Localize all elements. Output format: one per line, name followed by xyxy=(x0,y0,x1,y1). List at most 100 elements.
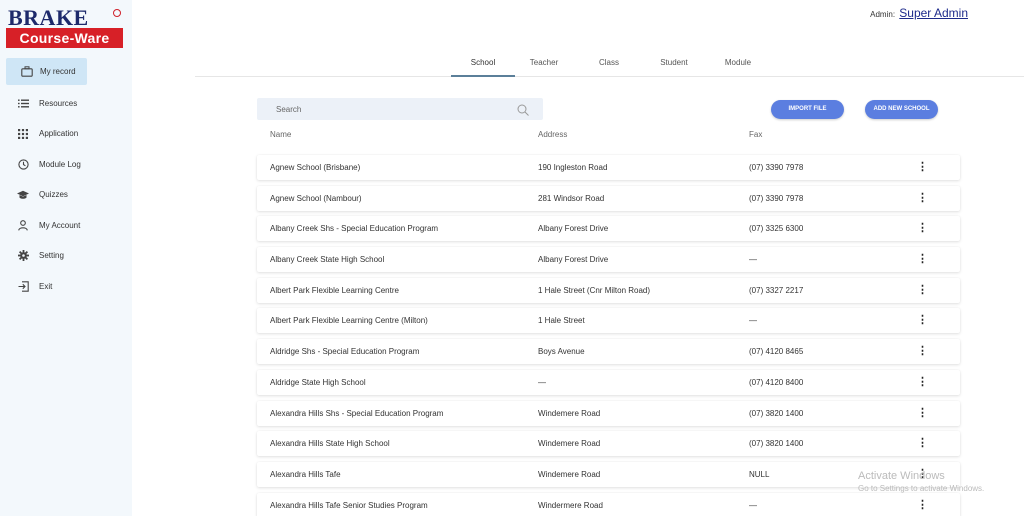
table-row[interactable]: Albany Creek State High School Albany For… xyxy=(257,247,960,273)
add-new-school-button[interactable]: ADD NEW SCHOOL xyxy=(865,100,938,119)
tab-class[interactable]: Class xyxy=(589,55,629,77)
user-icon xyxy=(17,219,29,231)
table-row[interactable]: Albany Creek Shs - Special Education Pro… xyxy=(257,216,960,242)
table-row[interactable]: Albert Park Flexible Learning Centre (Mi… xyxy=(257,308,960,334)
search-box xyxy=(257,98,543,120)
tab-teacher[interactable]: Teacher xyxy=(522,55,566,77)
cell-fax: — xyxy=(749,316,757,326)
cell-fax: (07) 3390 7978 xyxy=(749,193,804,203)
cell-fax: (07) 3325 6300 xyxy=(749,224,804,234)
table-row[interactable]: Agnew School (Nambour) 281 Windsor Road (0… xyxy=(257,185,960,211)
tab-module[interactable]: Module xyxy=(719,55,757,77)
cell-fax: — xyxy=(749,255,757,265)
sidebar-item-exit[interactable]: Exit xyxy=(0,271,132,301)
tab-school[interactable]: School xyxy=(451,55,515,77)
table-row[interactable]: Agnew School (Brisbane) 190 Ingleston Roa… xyxy=(257,155,960,180)
sidebar-item-setting[interactable]: Setting xyxy=(0,241,132,271)
tab-student[interactable]: Student xyxy=(652,55,696,77)
sidebar-item-label: Module Log xyxy=(39,159,81,169)
sidebar-item-label: Exit xyxy=(39,281,53,291)
brake-logo[interactable]: BRAKE Course-Ware xyxy=(6,7,124,49)
column-header-address: Address xyxy=(538,130,568,139)
sidebar-item-label: Quizzes xyxy=(39,190,68,199)
sidebar-item-my-account[interactable]: My Account xyxy=(0,210,132,240)
cell-fax: (07) 3390 7978 xyxy=(749,163,804,172)
grid-icon xyxy=(17,128,29,140)
table-row[interactable]: Albert Park Flexible Learning Centre 1 Ha… xyxy=(257,277,960,303)
sidebar-item-quizzes[interactable]: Quizzes xyxy=(0,180,132,210)
cell-fax: (07) 3820 1400 xyxy=(749,408,804,418)
cell-name: Agnew School (Nambour) xyxy=(270,193,362,203)
table-row[interactable]: Alexandra Hills Shs - Special Education … xyxy=(257,400,960,426)
sidebar-item-module-log[interactable]: Module Log xyxy=(0,149,132,179)
cell-fax: — xyxy=(749,500,757,510)
cell-address: Windemere Road xyxy=(538,469,601,479)
cell-name: Alexandra Hills State High School xyxy=(270,439,390,449)
sidebar-item-label: Resources xyxy=(39,98,78,108)
sidebar-item-resources[interactable]: Resources xyxy=(0,88,132,118)
column-header-name: Name xyxy=(270,130,292,139)
briefcase-icon xyxy=(21,66,33,78)
gear-icon xyxy=(17,250,29,262)
search-icon[interactable] xyxy=(517,103,529,116)
sidebar-item-label: Setting xyxy=(39,251,64,260)
more-menu-icon[interactable]: ⋮ xyxy=(917,247,928,272)
cell-name: Alexandra Hills Tafe Senior Studies Prog… xyxy=(270,500,428,510)
sidebar-nav: My record Resources Application Module L… xyxy=(0,58,132,302)
cell-fax: (07) 3820 1400 xyxy=(749,439,804,449)
table-row[interactable]: Alexandra Hills Tafe Senior Studies Prog… xyxy=(257,492,960,516)
column-header-fax: Fax xyxy=(749,130,763,139)
cell-address: 190 Ingleston Road xyxy=(538,163,608,172)
more-menu-icon[interactable]: ⋮ xyxy=(917,339,928,364)
more-menu-icon[interactable]: ⋮ xyxy=(917,186,928,211)
more-menu-icon[interactable]: ⋮ xyxy=(917,216,928,241)
admin-name-link[interactable]: Super Admin xyxy=(899,6,968,20)
activate-windows-title: Activate Windows xyxy=(858,470,945,482)
cell-name: Alexandra Hills Tafe xyxy=(270,469,341,479)
sidebar-item-application[interactable]: Application xyxy=(0,119,132,149)
more-menu-icon[interactable]: ⋮ xyxy=(917,401,928,426)
registered-mark-icon xyxy=(113,9,121,17)
admin-info: Admin: Super Admin xyxy=(870,6,968,20)
table-row[interactable]: Alexandra Hills Tafe Windemere Road NULL ⋮ xyxy=(257,461,960,487)
search-input[interactable] xyxy=(257,98,507,120)
list-icon xyxy=(17,97,29,109)
cell-address: 1 Hale Street xyxy=(538,316,585,326)
cell-fax: (07) 4120 8465 xyxy=(749,347,804,357)
cell-name: Alexandra Hills Shs - Special Education … xyxy=(270,408,444,418)
sidebar-item-my-record[interactable]: My record xyxy=(6,58,87,85)
sidebar-item-label: My record xyxy=(40,67,76,76)
cell-address: Boys Avenue xyxy=(538,347,585,357)
cell-address: — xyxy=(538,377,546,387)
table-row[interactable]: Alexandra Hills State High School Windeme… xyxy=(257,431,960,457)
cell-address: 1 Hale Street (Cnr Milton Road) xyxy=(538,285,651,295)
cell-name: Aldridge State High School xyxy=(270,377,366,387)
cell-fax: (07) 4120 8400 xyxy=(749,377,804,387)
cell-address: Windemere Road xyxy=(538,408,601,418)
cell-name: Albany Creek State High School xyxy=(270,255,385,265)
activate-windows-hint: Go to Settings to activate Windows. xyxy=(858,484,985,493)
logo-brake-text: BRAKE xyxy=(8,5,89,30)
cell-fax: NULL xyxy=(749,469,770,479)
sidebar: BRAKE Course-Ware My record Resources Ap… xyxy=(0,0,132,516)
more-menu-icon[interactable]: ⋮ xyxy=(917,493,928,516)
more-menu-icon[interactable]: ⋮ xyxy=(917,431,928,456)
cell-address: Windemere Road xyxy=(538,439,601,449)
more-menu-icon[interactable]: ⋮ xyxy=(917,155,928,180)
table-row[interactable]: Aldridge Shs - Special Education Program… xyxy=(257,339,960,365)
sidebar-item-label: Application xyxy=(39,129,79,138)
cell-address: Albany Forest Drive xyxy=(538,255,609,265)
more-menu-icon[interactable]: ⋮ xyxy=(917,308,928,333)
more-menu-icon[interactable]: ⋮ xyxy=(917,370,928,395)
sidebar-item-label: My Account xyxy=(39,220,81,230)
cell-name: Agnew School (Brisbane) xyxy=(270,163,361,172)
import-file-button[interactable]: IMPORT FILE xyxy=(771,100,844,119)
cell-address: 281 Windsor Road xyxy=(538,193,605,203)
tab-bar: School Teacher Class Student Module xyxy=(195,55,1024,77)
cell-name: Aldridge Shs - Special Education Program xyxy=(270,347,420,357)
admin-label: Admin: xyxy=(870,10,896,19)
cell-fax: (07) 3327 2217 xyxy=(749,285,804,295)
cell-name: Albert Park Flexible Learning Centre (Mi… xyxy=(270,316,428,326)
more-menu-icon[interactable]: ⋮ xyxy=(917,278,928,303)
table-row[interactable]: Aldridge State High School — (07) 4120 840… xyxy=(257,369,960,395)
